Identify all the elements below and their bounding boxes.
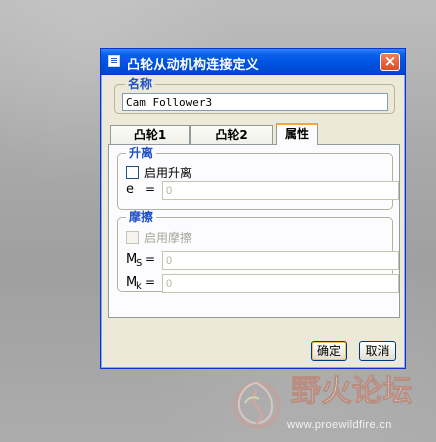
liftoff-symbol: e = [126, 182, 155, 200]
name-input[interactable] [122, 93, 388, 111]
liftoff-group-label: 升离 [126, 147, 157, 159]
static-friction-row: M S = [126, 251, 399, 271]
close-icon: × [383, 52, 397, 70]
kinetic-friction-row: M k = [126, 274, 399, 294]
enable-liftoff-checkbox[interactable] [126, 165, 139, 179]
enable-liftoff-row[interactable]: 启用升离 [126, 164, 192, 180]
static-friction-subscript: S [136, 258, 143, 269]
tab-cam2-label: 凸轮2 [215, 128, 248, 142]
tab-cam1[interactable]: 凸轮1 [110, 125, 190, 145]
liftoff-symbol-main: e [126, 182, 134, 197]
liftoff-value-row: e = [126, 181, 399, 201]
dialog-titlebar: 凸轮从动机构连接定义 × [101, 49, 405, 75]
ok-button[interactable]: 确定 [311, 341, 347, 361]
tab-properties[interactable]: 属性 [276, 123, 318, 145]
kinetic-friction-input[interactable] [162, 274, 399, 293]
kinetic-friction-equals: = [145, 275, 156, 289]
liftoff-value-input[interactable] [162, 181, 399, 200]
enable-friction-checkbox[interactable] [126, 230, 139, 244]
cancel-button[interactable]: 取消 [359, 341, 396, 361]
tab-cam1-label: 凸轮1 [133, 128, 167, 142]
tab-cam2[interactable]: 凸轮2 [190, 125, 273, 145]
properties-panel: 升离 启用升离 e = 摩擦 启用摩擦 M [108, 144, 400, 318]
close-button[interactable]: × [380, 53, 400, 71]
friction-group: 摩擦 启用摩擦 M S = M k = [117, 211, 399, 294]
liftoff-equals: = [145, 182, 156, 196]
liftoff-group: 升离 启用升离 e = [117, 147, 399, 210]
enable-liftoff-label: 启用升离 [144, 165, 193, 180]
dialog-title: 凸轮从动机构连接定义 [127, 58, 260, 73]
cam-follower-connection-dialog: 凸轮从动机构连接定义 × 名称 凸轮1 凸轮2 属性 升离 启用升离 e = [100, 48, 406, 369]
static-friction-input[interactable] [162, 251, 399, 270]
kinetic-friction-subscript: k [136, 281, 142, 292]
window-icon [108, 55, 120, 67]
kinetic-friction-symbol: M k = [126, 275, 155, 293]
enable-friction-row[interactable]: 启用摩擦 [126, 229, 192, 245]
enable-friction-label: 启用摩擦 [144, 230, 193, 245]
static-friction-symbol: M S = [126, 252, 155, 270]
name-group-label: 名称 [125, 78, 156, 90]
friction-group-label: 摩擦 [126, 211, 157, 223]
static-friction-equals: = [145, 252, 156, 266]
tab-properties-label: 属性 [284, 127, 309, 141]
